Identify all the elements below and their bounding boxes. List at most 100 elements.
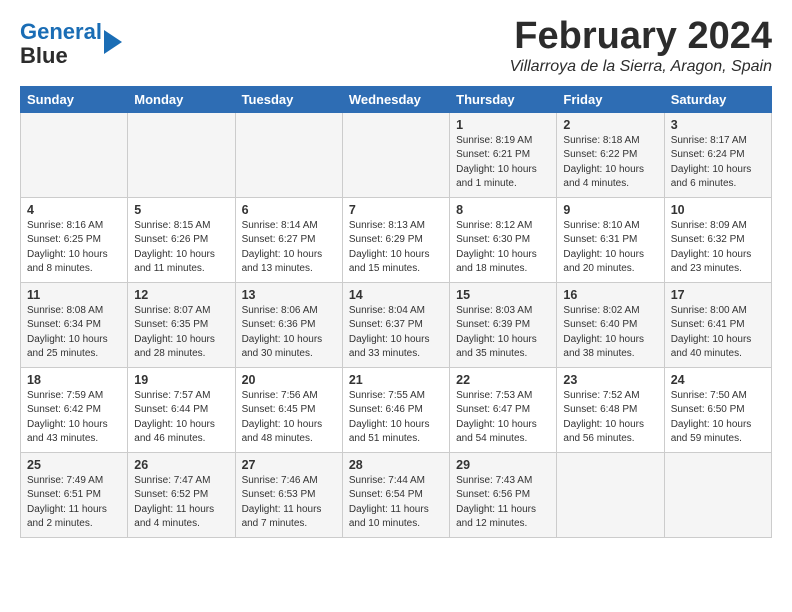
day-content: Sunrise: 8:06 AM Sunset: 6:36 PM Dayligh… — [242, 304, 336, 362]
calendar-cell: 9 Sunrise: 8:10 AM Sunset: 6:31 PM Daylig… — [557, 197, 664, 282]
title-area: February 2024 Villarroya de la Sierra, A… — [510, 16, 772, 76]
day-content: Sunrise: 8:03 AM Sunset: 6:39 PM Dayligh… — [456, 304, 550, 362]
day-content: Sunrise: 8:12 AM Sunset: 6:30 PM Dayligh… — [456, 219, 550, 277]
day-content: Sunrise: 8:07 AM Sunset: 6:35 PM Dayligh… — [134, 304, 228, 362]
calendar-cell: 13 Sunrise: 8:06 AM Sunset: 6:36 PM Dayli… — [235, 282, 342, 367]
day-content: Sunrise: 8:04 AM Sunset: 6:37 PM Dayligh… — [349, 304, 443, 362]
day-content: Sunrise: 8:16 AM Sunset: 6:25 PM Dayligh… — [27, 219, 121, 277]
day-content: Sunrise: 8:09 AM Sunset: 6:32 PM Dayligh… — [671, 219, 765, 277]
calendar-cell: 16Sunrise: 8:02 AM Sunset: 6:40 PM Dayli… — [557, 282, 664, 367]
month-title: February 2024 — [510, 16, 772, 58]
day-number: 17 — [671, 288, 765, 302]
day-content: Sunrise: 8:17 AM Sunset: 6:24 PM Dayligh… — [671, 134, 765, 192]
day-content: Sunrise: 8:10 AM Sunset: 6:31 PM Dayligh… — [563, 219, 657, 277]
day-number: 29 — [456, 458, 550, 472]
day-number: 18 — [27, 373, 121, 387]
calendar-cell: 23 Sunrise: 7:52 AM Sunset: 6:48 PM Dayli… — [557, 367, 664, 452]
location-subtitle: Villarroya de la Sierra, Aragon, Spain — [510, 58, 772, 76]
calendar-cell: 6 Sunrise: 8:14 AM Sunset: 6:27 PM Daylig… — [235, 197, 342, 282]
logo: General Blue — [20, 20, 122, 68]
day-content: Sunrise: 8:14 AM Sunset: 6:27 PM Dayligh… — [242, 219, 336, 277]
weekday-header-wednesday: Wednesday — [342, 86, 449, 112]
day-number: 26 — [134, 458, 228, 472]
day-content: Sunrise: 8:19 AM Sunset: 6:21 PM Dayligh… — [456, 134, 550, 192]
week-row-4: 18 Sunrise: 7:59 AM Sunset: 6:42 PM Dayli… — [21, 367, 772, 452]
calendar-cell: 14 Sunrise: 8:04 AM Sunset: 6:37 PM Dayli… — [342, 282, 449, 367]
day-number: 14 — [349, 288, 443, 302]
weekday-header-thursday: Thursday — [450, 86, 557, 112]
day-number: 22 — [456, 373, 550, 387]
day-number: 19 — [134, 373, 228, 387]
page-header: General Blue February 2024 Villarroya de… — [20, 16, 772, 76]
day-number: 3 — [671, 118, 765, 132]
day-content: Sunrise: 8:00 AM Sunset: 6:41 PM Dayligh… — [671, 304, 765, 362]
day-content: Sunrise: 8:13 AM Sunset: 6:29 PM Dayligh… — [349, 219, 443, 277]
day-number: 2 — [563, 118, 657, 132]
day-content: Sunrise: 7:50 AM Sunset: 6:50 PM Dayligh… — [671, 389, 765, 447]
week-row-1: 1 Sunrise: 8:19 AM Sunset: 6:21 PM Daylig… — [21, 112, 772, 197]
calendar-cell: 10 Sunrise: 8:09 AM Sunset: 6:32 PM Dayli… — [664, 197, 771, 282]
calendar-cell: 22 Sunrise: 7:53 AM Sunset: 6:47 PM Dayli… — [450, 367, 557, 452]
day-number: 5 — [134, 203, 228, 217]
day-number: 12 — [134, 288, 228, 302]
logo-arrow-icon — [104, 30, 122, 54]
calendar-cell: 12 Sunrise: 8:07 AM Sunset: 6:35 PM Dayli… — [128, 282, 235, 367]
day-number: 13 — [242, 288, 336, 302]
calendar-cell: 2 Sunrise: 8:18 AM Sunset: 6:22 PM Daylig… — [557, 112, 664, 197]
day-number: 10 — [671, 203, 765, 217]
day-number: 28 — [349, 458, 443, 472]
day-content: Sunrise: 8:08 AM Sunset: 6:34 PM Dayligh… — [27, 304, 121, 362]
calendar-cell — [21, 112, 128, 197]
calendar-cell: 11Sunrise: 8:08 AM Sunset: 6:34 PM Dayli… — [21, 282, 128, 367]
day-number: 25 — [27, 458, 121, 472]
calendar-table: SundayMondayTuesdayWednesdayThursdayFrid… — [20, 86, 772, 538]
calendar-cell: 1 Sunrise: 8:19 AM Sunset: 6:21 PM Daylig… — [450, 112, 557, 197]
day-number: 15 — [456, 288, 550, 302]
logo-text: General Blue — [20, 20, 102, 68]
day-content: Sunrise: 7:49 AM Sunset: 6:51 PM Dayligh… — [27, 474, 121, 532]
day-number: 7 — [349, 203, 443, 217]
calendar-cell: 20 Sunrise: 7:56 AM Sunset: 6:45 PM Dayli… — [235, 367, 342, 452]
calendar-cell: 3 Sunrise: 8:17 AM Sunset: 6:24 PM Daylig… — [664, 112, 771, 197]
week-row-3: 11Sunrise: 8:08 AM Sunset: 6:34 PM Dayli… — [21, 282, 772, 367]
day-content: Sunrise: 7:47 AM Sunset: 6:52 PM Dayligh… — [134, 474, 228, 532]
weekday-header-sunday: Sunday — [21, 86, 128, 112]
day-content: Sunrise: 8:15 AM Sunset: 6:26 PM Dayligh… — [134, 219, 228, 277]
calendar-cell — [342, 112, 449, 197]
day-content: Sunrise: 7:55 AM Sunset: 6:46 PM Dayligh… — [349, 389, 443, 447]
day-content: Sunrise: 7:52 AM Sunset: 6:48 PM Dayligh… — [563, 389, 657, 447]
calendar-cell: 5 Sunrise: 8:15 AM Sunset: 6:26 PM Daylig… — [128, 197, 235, 282]
day-number: 27 — [242, 458, 336, 472]
day-content: Sunrise: 8:18 AM Sunset: 6:22 PM Dayligh… — [563, 134, 657, 192]
weekday-header-row: SundayMondayTuesdayWednesdayThursdayFrid… — [21, 86, 772, 112]
day-content: Sunrise: 7:57 AM Sunset: 6:44 PM Dayligh… — [134, 389, 228, 447]
day-number: 4 — [27, 203, 121, 217]
calendar-cell: 27 Sunrise: 7:46 AM Sunset: 6:53 PM Dayli… — [235, 452, 342, 537]
calendar-cell: 24Sunrise: 7:50 AM Sunset: 6:50 PM Dayli… — [664, 367, 771, 452]
day-number: 20 — [242, 373, 336, 387]
calendar-cell — [664, 452, 771, 537]
weekday-header-tuesday: Tuesday — [235, 86, 342, 112]
calendar-cell — [557, 452, 664, 537]
day-content: Sunrise: 7:56 AM Sunset: 6:45 PM Dayligh… — [242, 389, 336, 447]
calendar-cell: 28 Sunrise: 7:44 AM Sunset: 6:54 PM Dayli… — [342, 452, 449, 537]
calendar-cell: 26 Sunrise: 7:47 AM Sunset: 6:52 PM Dayli… — [128, 452, 235, 537]
day-number: 1 — [456, 118, 550, 132]
day-number: 23 — [563, 373, 657, 387]
calendar-cell: 17 Sunrise: 8:00 AM Sunset: 6:41 PM Dayli… — [664, 282, 771, 367]
day-content: Sunrise: 8:02 AM Sunset: 6:40 PM Dayligh… — [563, 304, 657, 362]
day-number: 6 — [242, 203, 336, 217]
weekday-header-friday: Friday — [557, 86, 664, 112]
calendar-cell: 8Sunrise: 8:12 AM Sunset: 6:30 PM Daylig… — [450, 197, 557, 282]
day-number: 9 — [563, 203, 657, 217]
calendar-cell: 18 Sunrise: 7:59 AM Sunset: 6:42 PM Dayli… — [21, 367, 128, 452]
day-content: Sunrise: 7:59 AM Sunset: 6:42 PM Dayligh… — [27, 389, 121, 447]
day-content: Sunrise: 7:44 AM Sunset: 6:54 PM Dayligh… — [349, 474, 443, 532]
calendar-cell — [128, 112, 235, 197]
calendar-cell — [235, 112, 342, 197]
week-row-5: 25 Sunrise: 7:49 AM Sunset: 6:51 PM Dayli… — [21, 452, 772, 537]
calendar-cell: 21Sunrise: 7:55 AM Sunset: 6:46 PM Dayli… — [342, 367, 449, 452]
day-content: Sunrise: 7:46 AM Sunset: 6:53 PM Dayligh… — [242, 474, 336, 532]
calendar-cell: 29Sunrise: 7:43 AM Sunset: 6:56 PM Dayli… — [450, 452, 557, 537]
day-content: Sunrise: 7:53 AM Sunset: 6:47 PM Dayligh… — [456, 389, 550, 447]
